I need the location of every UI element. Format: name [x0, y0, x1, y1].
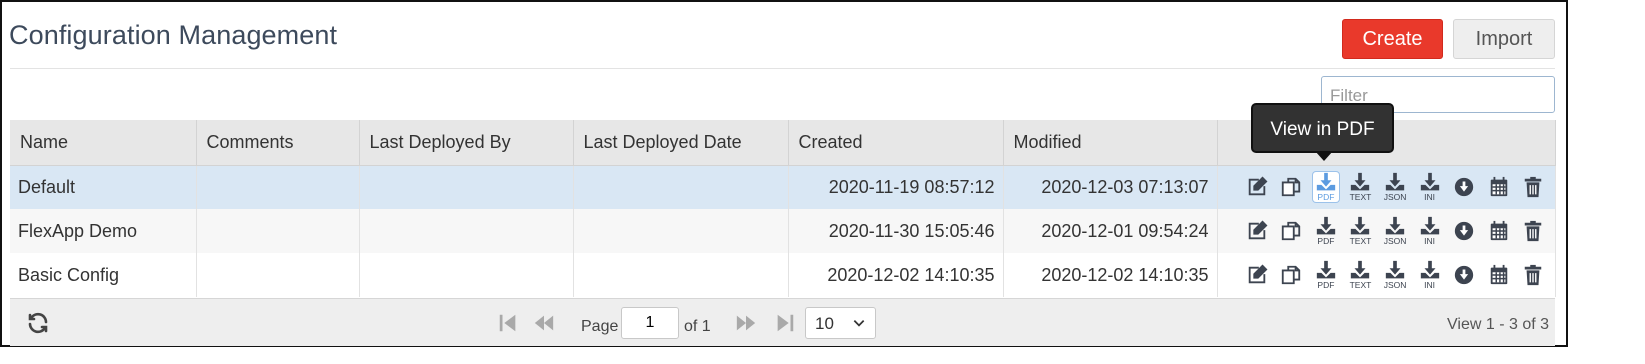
calendar-icon[interactable]	[1485, 260, 1512, 290]
icon-caption: JSON	[1383, 236, 1407, 246]
icon-caption: TEXT	[1349, 280, 1372, 290]
download-text-icon[interactable]: TEXT	[1347, 172, 1374, 202]
icon-caption: TEXT	[1349, 236, 1372, 246]
deploy-icon[interactable]	[1451, 172, 1478, 202]
tooltip-arrow	[1315, 151, 1333, 161]
tooltip-text: View in PDF	[1270, 119, 1375, 140]
cell-last-deployed-by	[359, 165, 574, 209]
cell-last-deployed-by	[359, 253, 574, 297]
refresh-icon[interactable]	[26, 311, 50, 335]
cell-last-deployed-date	[573, 253, 789, 297]
page-title: Configuration Management	[9, 20, 338, 50]
download-pdf-icon[interactable]: PDF	[1313, 260, 1340, 290]
cell-created: 2020-11-30 15:05:46	[788, 209, 1004, 253]
cell-name: Default	[10, 165, 197, 209]
edit-icon[interactable]	[1244, 260, 1271, 290]
record-range: View 1 - 3 of 3	[1447, 316, 1549, 333]
icon-caption: JSON	[1383, 192, 1407, 203]
cell-last-deployed-date	[573, 209, 789, 253]
edit-icon[interactable]	[1244, 172, 1271, 202]
download-ini-icon[interactable]: INI	[1416, 172, 1443, 202]
download-json-icon[interactable]: JSON	[1382, 260, 1409, 290]
next-page-icon[interactable]	[735, 312, 757, 334]
column-header-created[interactable]: Created	[788, 120, 1004, 166]
download-text-icon[interactable]: TEXT	[1347, 260, 1374, 290]
trash-icon[interactable]	[1520, 216, 1547, 246]
icon-caption: PDF	[1317, 236, 1335, 246]
cell-comments	[196, 209, 360, 253]
icon-caption: INI	[1424, 236, 1436, 246]
first-page-icon[interactable]	[497, 312, 519, 334]
page-label: Page	[581, 318, 619, 335]
cell-last-deployed-date	[573, 165, 789, 209]
column-header-last-deployed-by[interactable]: Last Deployed By	[359, 120, 574, 166]
cell-actions: PDF TEXT JSON INI	[1217, 209, 1556, 253]
column-header-last-deployed-date[interactable]: Last Deployed Date	[573, 120, 789, 166]
tooltip: View in PDF	[1251, 103, 1394, 161]
trash-icon[interactable]	[1520, 260, 1547, 290]
deploy-icon[interactable]	[1451, 260, 1478, 290]
edit-icon[interactable]	[1244, 216, 1271, 246]
copy-icon[interactable]	[1278, 216, 1305, 246]
column-header-modified[interactable]: Modified	[1003, 120, 1218, 166]
cell-comments	[196, 253, 360, 297]
cell-actions: PDF TEXT JSON INI	[1217, 253, 1556, 297]
page-size-select[interactable]: 10	[805, 307, 876, 339]
last-page-icon[interactable]	[774, 312, 796, 334]
deploy-icon[interactable]	[1451, 216, 1478, 246]
download-ini-icon[interactable]: INI	[1416, 216, 1443, 246]
cell-modified: 2020-12-02 14:10:35	[1003, 253, 1218, 297]
previous-page-icon[interactable]	[533, 312, 555, 334]
cell-name: FlexApp Demo	[10, 209, 197, 253]
icon-caption: JSON	[1383, 280, 1407, 290]
page-size-value: 10	[815, 314, 834, 333]
table-row[interactable]: FlexApp Demo 2020-11-30 15:05:46 2020-12-0…	[10, 209, 1556, 253]
cell-name: Basic Config	[10, 253, 197, 297]
table-body: Default 2020-11-19 08:57:12 2020-12-03 07:…	[10, 165, 1556, 297]
cell-comments	[196, 165, 360, 209]
copy-icon[interactable]	[1278, 260, 1305, 290]
cell-modified: 2020-12-03 07:13:07	[1003, 165, 1218, 209]
download-json-icon[interactable]: JSON	[1382, 216, 1409, 246]
page-total-label: of 1	[684, 318, 711, 335]
calendar-icon[interactable]	[1485, 172, 1512, 202]
copy-icon[interactable]	[1278, 172, 1305, 202]
chevron-down-icon	[853, 320, 865, 327]
calendar-icon[interactable]	[1485, 216, 1512, 246]
pager-bar: Page of 1 10 View 1 - 3 of 3	[10, 298, 1555, 346]
table-row[interactable]: Basic Config 2020-12-02 14:10:35 2020-12-0…	[10, 253, 1556, 297]
import-button[interactable]: Import	[1453, 19, 1555, 59]
table-row[interactable]: Default 2020-11-19 08:57:12 2020-12-03 07:…	[10, 165, 1556, 209]
cell-modified: 2020-12-01 09:54:24	[1003, 209, 1218, 253]
column-header-comments[interactable]: Comments	[196, 120, 360, 166]
download-ini-icon[interactable]: INI	[1416, 260, 1443, 290]
download-json-icon[interactable]: JSON	[1382, 172, 1409, 202]
icon-caption: INI	[1424, 192, 1436, 203]
download-pdf-icon[interactable]: PDF	[1312, 172, 1340, 203]
icon-caption: TEXT	[1349, 192, 1372, 203]
cell-last-deployed-by	[359, 209, 574, 253]
page-number-input[interactable]	[621, 307, 679, 339]
icon-caption: PDF	[1317, 192, 1335, 203]
download-pdf-icon[interactable]: PDF	[1313, 216, 1340, 246]
create-button[interactable]: Create	[1342, 19, 1443, 59]
icon-caption: INI	[1424, 280, 1436, 290]
cell-actions: PDF TEXT JSON INI	[1217, 165, 1556, 209]
app-frame: Configuration Management Create Import F…	[0, 0, 1568, 347]
cell-created: 2020-12-02 14:10:35	[788, 253, 1004, 297]
download-text-icon[interactable]: TEXT	[1347, 216, 1374, 246]
cell-created: 2020-11-19 08:57:12	[788, 165, 1004, 209]
icon-caption: PDF	[1317, 280, 1335, 290]
divider	[10, 68, 1555, 69]
column-header-name[interactable]: Name	[10, 120, 197, 166]
trash-icon[interactable]	[1520, 172, 1547, 202]
